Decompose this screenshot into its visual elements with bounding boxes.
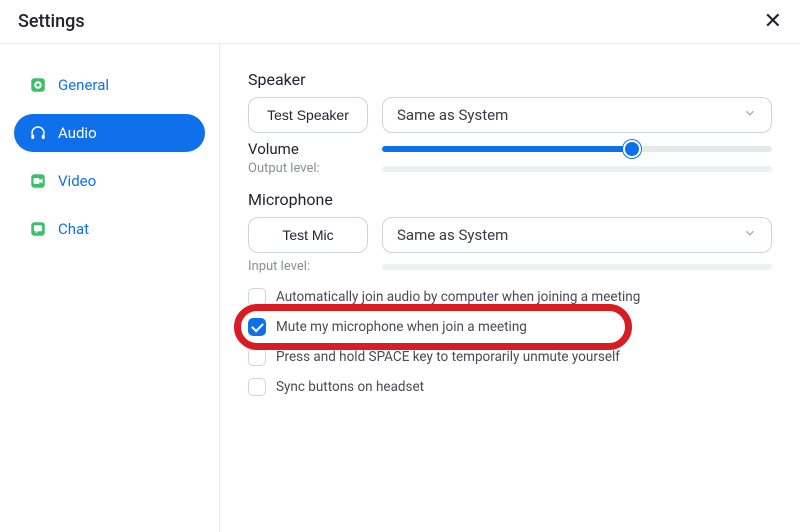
sidebar-item-label: Video [58, 172, 96, 190]
mic-device-select[interactable]: Same as System [382, 217, 772, 253]
speaker-device-value: Same as System [397, 106, 508, 124]
checkbox[interactable] [248, 318, 266, 336]
settings-body: General Audio Video Chat Speaker Test Sp… [0, 44, 800, 532]
titlebar: Settings ✕ [0, 0, 800, 44]
microphone-heading: Microphone [248, 190, 772, 209]
close-icon[interactable]: ✕ [764, 11, 782, 33]
chat-icon [28, 219, 48, 239]
option-label: Mute my microphone when join a meeting [276, 319, 527, 335]
checkbox[interactable] [248, 378, 266, 396]
input-level-label: Input level: [248, 259, 358, 274]
sidebar-item-general[interactable]: General [14, 66, 205, 104]
volume-label: Volume [248, 140, 358, 158]
checkbox[interactable] [248, 288, 266, 306]
sidebar-item-video[interactable]: Video [14, 162, 205, 200]
option-label: Press and hold SPACE key to temporarily … [276, 349, 620, 365]
sidebar-item-label: General [58, 76, 109, 94]
option-sync-headset[interactable]: Sync buttons on headset [248, 378, 772, 396]
option-mute-on-join[interactable]: Mute my microphone when join a meeting [248, 318, 772, 336]
chevron-down-icon [743, 226, 757, 244]
option-auto-join-audio[interactable]: Automatically join audio by computer whe… [248, 288, 772, 306]
output-level-label: Output level: [248, 161, 358, 176]
gear-icon [28, 75, 48, 95]
output-level-meter [382, 166, 772, 172]
headphones-icon [28, 123, 48, 143]
chevron-down-icon [743, 106, 757, 124]
mic-device-value: Same as System [397, 226, 508, 244]
speaker-device-select[interactable]: Same as System [382, 97, 772, 133]
test-mic-button[interactable]: Test Mic [248, 217, 368, 253]
volume-slider-fill [382, 146, 632, 152]
sidebar-item-chat[interactable]: Chat [14, 210, 205, 248]
sidebar-item-label: Chat [58, 220, 89, 238]
video-icon [28, 171, 48, 191]
input-level-meter [382, 264, 772, 270]
audio-settings-panel: Speaker Test Speaker Same as System Volu… [220, 44, 800, 532]
sidebar-item-label: Audio [58, 124, 97, 142]
speaker-heading: Speaker [248, 70, 772, 89]
volume-slider-thumb[interactable] [623, 140, 641, 158]
checkbox[interactable] [248, 348, 266, 366]
volume-slider[interactable] [382, 139, 772, 159]
sidebar-item-audio[interactable]: Audio [14, 114, 205, 152]
option-label: Automatically join audio by computer whe… [276, 289, 640, 305]
sidebar: General Audio Video Chat [0, 44, 220, 532]
test-speaker-button[interactable]: Test Speaker [248, 97, 368, 133]
option-push-to-talk[interactable]: Press and hold SPACE key to temporarily … [248, 348, 772, 366]
option-label: Sync buttons on headset [276, 379, 424, 395]
audio-options: Automatically join audio by computer whe… [248, 288, 772, 396]
window-title: Settings [18, 11, 85, 32]
